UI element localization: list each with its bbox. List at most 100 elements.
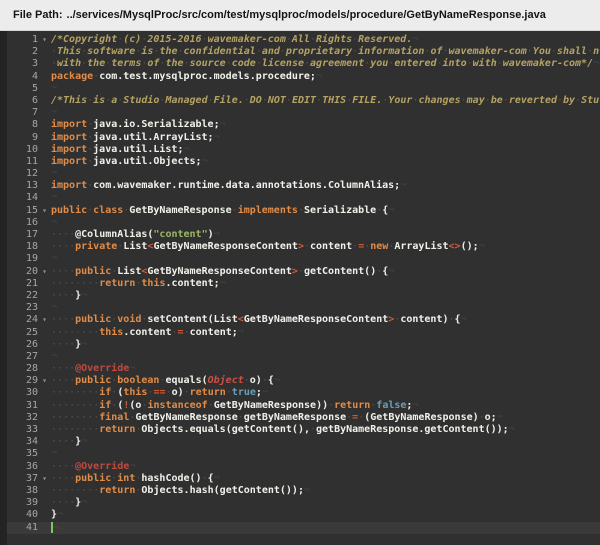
code-editor[interactable]: 1▾/*Copyright·(c)·2015-2016·wavemaker-co… [0,31,600,545]
code-line: 6/*This·is·a·Studio·Managed·File.·DO·NOT… [0,95,600,107]
fold-gutter-spacer [38,497,51,509]
token-kw: return [99,424,135,435]
token-plain: ·java.util.Objects; [87,156,201,167]
eol-mark: ¬ [81,339,87,350]
code-line-text: ········return·this.content;¬ [51,278,600,290]
fold-gutter-spacer [38,448,51,460]
whitespace-dot: · [141,34,147,45]
code-line: 29▾····public·boolean·equals(Object·o)·{… [0,375,600,387]
token-kw: return [99,278,135,289]
token-plain: ···· [51,461,75,472]
fold-gutter-spacer [38,327,51,339]
whitespace-dot: · [304,58,310,69]
whitespace-dot: · [81,46,87,57]
token-kw: this [123,387,147,398]
whitespace-dot: · [69,290,75,301]
code-line: 28····@Override¬ [0,363,600,375]
token-op: == [153,387,165,398]
token-ann: @Override [75,461,129,472]
whitespace-dot: · [527,46,533,57]
eol-mark: ¬ [51,168,57,179]
token-plain: ········ [51,424,99,435]
whitespace-dot: · [117,241,123,252]
token-plain: (o· [129,400,147,411]
whitespace-dot: · [93,71,99,82]
whitespace-dot: · [280,46,286,57]
token-plain: ········ [51,278,99,289]
token-plain: (); [461,241,479,252]
code-line: 1▾/*Copyright·(c)·2015-2016·wavemaker-co… [0,34,600,46]
code-line-text: import·java.util.ArrayList;¬ [51,132,600,144]
eol-mark: ¬ [316,71,322,82]
token-plain: GetByNameResponseContent [153,241,298,252]
code-line-text: ¬ [51,302,600,314]
code-line-text: ········this.content·=·content;¬ [51,327,600,339]
fold-arrow-icon[interactable]: ▾ [38,266,51,278]
whitespace-dot: · [448,314,454,325]
whitespace-dot: · [298,205,304,216]
token-kw: instanceof [147,400,207,411]
code-line-text: import·java.util.List;¬ [51,144,600,156]
code-line-text: /*This·is·a·Studio·Managed·File.·DO·NOT·… [51,95,600,107]
eol-mark: ¬ [497,412,503,423]
code-line-text: ¬ [51,448,600,460]
code-line: 14¬ [0,192,600,204]
eol-mark: ¬ [412,34,418,45]
whitespace-dot: · [485,95,491,106]
fold-arrow-icon[interactable]: ▾ [38,205,51,217]
whitespace-dot: · [382,95,388,106]
fold-arrow-icon[interactable]: ▾ [38,473,51,485]
code-area[interactable]: 1▾/*Copyright·(c)·2015-2016·wavemaker-co… [0,34,600,534]
whitespace-dot: · [388,241,394,252]
whitespace-dot: · [394,314,400,325]
token-kw: this [99,327,123,338]
whitespace-dot: · [81,58,87,69]
code-line-text: ····public·boolean·equals(Object·o)·{¬ [51,375,600,387]
whitespace-dot: · [153,46,159,57]
fold-gutter-spacer [38,192,51,204]
eol-mark: ¬ [388,205,394,216]
whitespace-dot: · [111,266,117,277]
whitespace-dot: · [442,46,448,57]
code-line: 3·with·the·terms·of·the·source·code·lice… [0,58,600,70]
whitespace-dot: · [135,473,141,484]
code-line: 22····}¬ [0,290,600,302]
fold-gutter-spacer [38,229,51,241]
whitespace-dot: · [184,327,190,338]
token-kw: import [51,156,87,167]
code-line-text: public·class·GetByNameResponse·implement… [51,205,600,217]
code-line: 32········final·GetByNameResponse·getByN… [0,412,600,424]
fold-gutter-spacer [38,290,51,302]
code-line: 7¬ [0,107,600,119]
whitespace-dot: · [135,424,141,435]
whitespace-dot: · [69,436,75,447]
token-kw: this [141,278,165,289]
whitespace-dot: · [69,229,75,240]
code-line: 35¬ [0,448,600,460]
whitespace-dot: · [364,58,370,69]
code-line-text: import·com.wavemaker.runtime.data.annota… [51,180,600,192]
token-kw: public [75,375,111,386]
eol-mark: ¬ [51,192,57,203]
token-plain: ········ [51,327,99,338]
fold-gutter-spacer [38,253,51,265]
code-line: 39····}¬ [0,497,600,509]
token-plain: ·com.wavemaker.runtime.data.annotations.… [87,180,400,191]
whitespace-dot: · [497,58,503,69]
fold-arrow-icon[interactable]: ▾ [38,314,51,326]
whitespace-dot: · [135,485,141,496]
token-plain: ·getContent()·{ [298,266,388,277]
whitespace-dot: · [141,314,147,325]
whitespace-dot: · [117,95,123,106]
code-line: 2·This·software·is·the·confidential·and·… [0,46,600,58]
fold-arrow-icon[interactable]: ▾ [38,375,51,387]
fold-arrow-icon[interactable]: ▾ [38,34,51,46]
whitespace-dot: · [87,144,93,155]
eol-mark: ¬ [238,327,244,338]
token-plain: ········ [51,485,99,496]
eol-mark: ¬ [214,132,220,143]
token-plain: ·com.test.mysqlproc.models.procedure; [93,71,316,82]
whitespace-dot: · [117,34,123,45]
token-plain: ·content· [304,241,358,252]
eol-mark: ¬ [51,107,57,118]
